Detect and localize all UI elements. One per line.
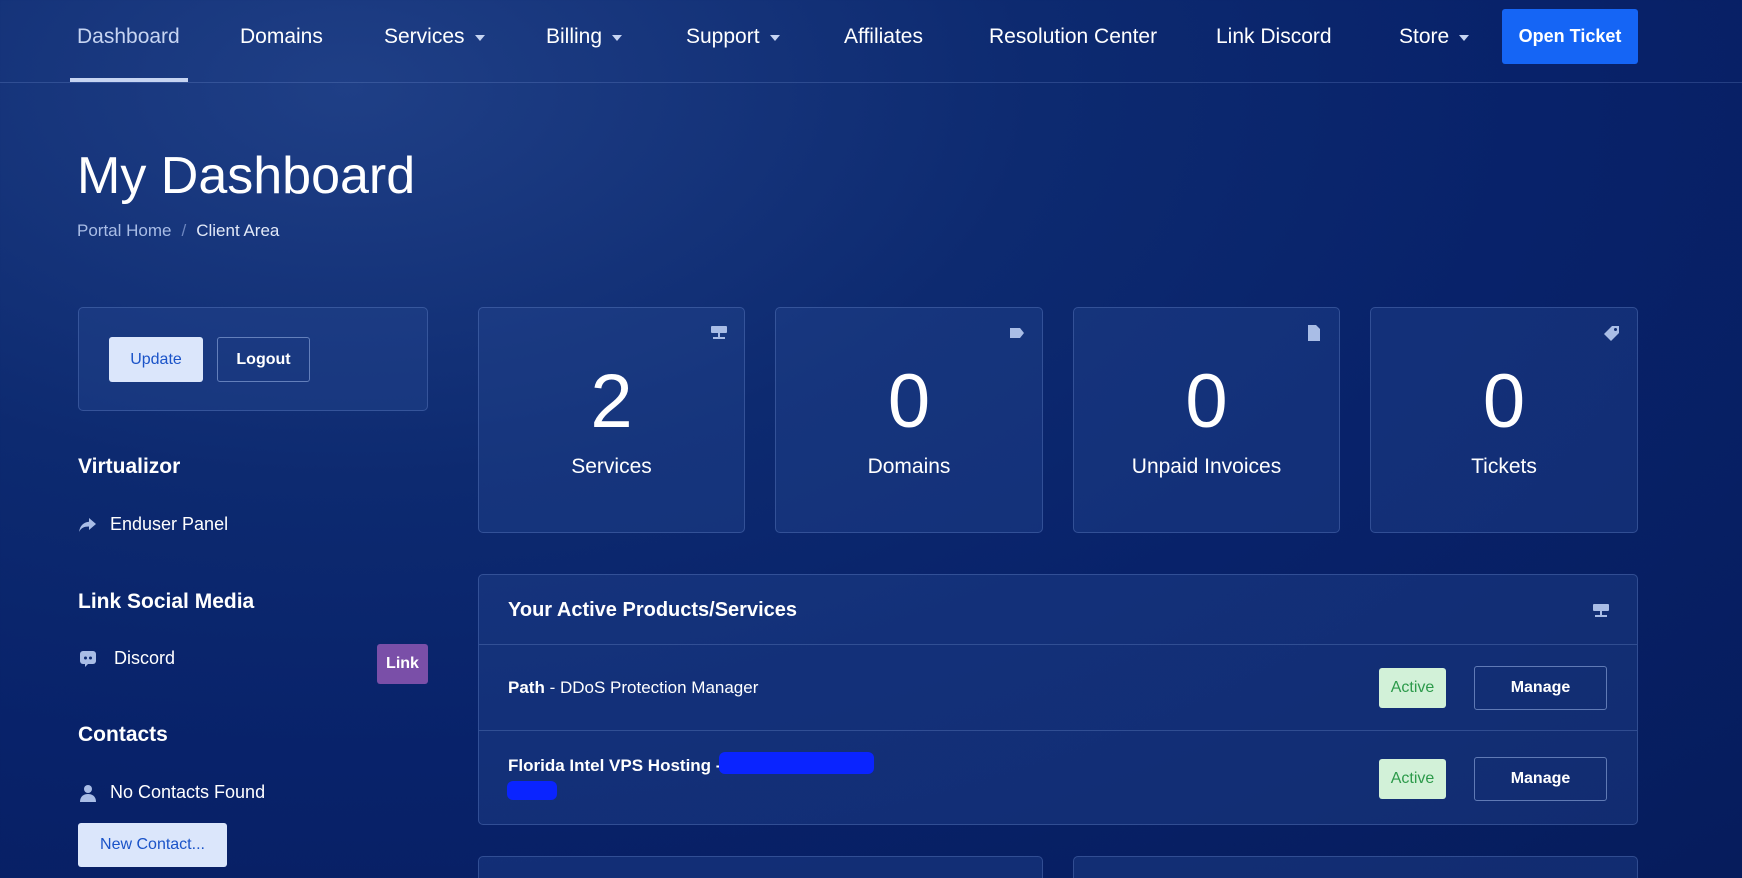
discord-row: Discord — [78, 648, 175, 669]
logout-button[interactable]: Logout — [217, 337, 310, 382]
tag-icon — [1009, 325, 1025, 341]
breadcrumb-client-area: Client Area — [196, 221, 280, 240]
active-products-title: Your Active Products/Services — [508, 599, 798, 621]
nav-active-indicator — [70, 78, 188, 82]
page-title: My Dashboard — [77, 147, 416, 205]
stat-tile-domains[interactable]: 0 Domains — [775, 307, 1043, 533]
nav-store[interactable]: Store — [1399, 22, 1470, 52]
nav-resolution-center-label: Resolution Center — [989, 25, 1158, 48]
status-badge: Active — [1379, 668, 1446, 708]
open-ticket-button[interactable]: Open Ticket — [1502, 9, 1638, 64]
chevron-down-icon — [474, 35, 485, 41]
share-arrow-icon — [78, 515, 98, 535]
nav-services[interactable]: Services — [384, 22, 485, 52]
top-navbar: Dashboard Domains Services Billing Suppo… — [0, 0, 1742, 83]
no-contacts-row: No Contacts Found — [78, 782, 265, 803]
account-card: Update Logout — [78, 307, 428, 411]
nav-affiliates[interactable]: Affiliates — [844, 22, 923, 52]
nav-affiliates-label: Affiliates — [844, 25, 923, 48]
stat-tile-services[interactable]: 2 Services — [478, 307, 745, 533]
discord-link-button[interactable]: Link — [377, 644, 428, 684]
bottom-panel-left — [478, 856, 1043, 878]
update-button[interactable]: Update — [109, 337, 203, 382]
chevron-down-icon — [1459, 35, 1470, 41]
nav-link-discord-label: Link Discord — [1216, 25, 1332, 48]
nav-dashboard-label: Dashboard — [77, 25, 180, 48]
stat-tile-unpaid-invoices[interactable]: 0 Unpaid Invoices — [1073, 307, 1340, 533]
status-badge: Active — [1379, 759, 1446, 799]
product-description: - DDoS Protection Manager — [544, 678, 759, 697]
nav-services-label: Services — [384, 25, 465, 48]
nav-resolution-center[interactable]: Resolution Center — [989, 22, 1157, 52]
contacts-heading: Contacts — [78, 723, 168, 746]
row-divider — [479, 730, 1637, 731]
ticket-tag-icon — [1604, 325, 1620, 341]
nav-billing-label: Billing — [546, 25, 603, 48]
new-contact-button[interactable]: New Contact... — [78, 823, 227, 867]
stat-tickets-value: 0 — [1482, 359, 1526, 444]
product-name: Florida Intel VPS Hosting - — [508, 756, 722, 775]
server-icon — [711, 325, 727, 341]
nav-domains[interactable]: Domains — [240, 22, 323, 52]
stat-invoices-label: Unpaid Invoices — [1131, 455, 1282, 478]
redaction-mark — [719, 752, 874, 774]
no-contacts-label: No Contacts Found — [110, 782, 266, 802]
redaction-mark — [507, 781, 557, 800]
document-icon — [1306, 325, 1322, 341]
stat-domains-value: 0 — [887, 359, 931, 444]
chevron-down-icon — [769, 35, 780, 41]
discord-label: Discord — [114, 648, 176, 668]
product-row-1[interactable]: Path - DDoS Protection Manager — [508, 678, 758, 698]
nav-domains-label: Domains — [240, 25, 323, 48]
stat-tickets-label: Tickets — [1471, 455, 1537, 478]
nav-support[interactable]: Support — [686, 22, 780, 52]
chevron-down-icon — [612, 35, 623, 41]
stat-invoices-value: 0 — [1185, 359, 1228, 444]
breadcrumb: Portal Home / Client Area — [77, 221, 279, 241]
nav-dashboard[interactable]: Dashboard — [77, 22, 180, 52]
stat-services-label: Services — [571, 455, 652, 478]
stat-domains-label: Domains — [867, 455, 951, 478]
nav-support-label: Support — [686, 25, 760, 48]
active-products-panel: Your Active Products/Services Path - DDo… — [478, 574, 1638, 825]
bottom-panel-right — [1073, 856, 1638, 878]
server-icon — [1593, 603, 1609, 619]
user-icon — [78, 783, 98, 803]
nav-billing[interactable]: Billing — [546, 22, 623, 52]
stat-services-value: 2 — [590, 359, 633, 444]
breadcrumb-separator: / — [181, 221, 187, 240]
link-social-heading: Link Social Media — [78, 590, 255, 613]
stat-tile-tickets[interactable]: 0 Tickets — [1370, 307, 1638, 533]
virtualizor-heading: Virtualizor — [78, 455, 181, 478]
enduser-panel-link[interactable]: Enduser Panel — [78, 514, 228, 535]
panel-divider — [479, 644, 1637, 645]
nav-store-label: Store — [1399, 25, 1450, 48]
product-row-2[interactable]: Florida Intel VPS Hosting - — [508, 756, 721, 776]
product-name: Path — [508, 678, 545, 697]
manage-button[interactable]: Manage — [1474, 666, 1607, 710]
breadcrumb-portal-home[interactable]: Portal Home — [77, 221, 171, 241]
manage-button[interactable]: Manage — [1474, 757, 1607, 801]
nav-link-discord[interactable]: Link Discord — [1216, 22, 1332, 52]
enduser-panel-label: Enduser Panel — [110, 514, 229, 534]
discord-icon — [78, 649, 98, 669]
